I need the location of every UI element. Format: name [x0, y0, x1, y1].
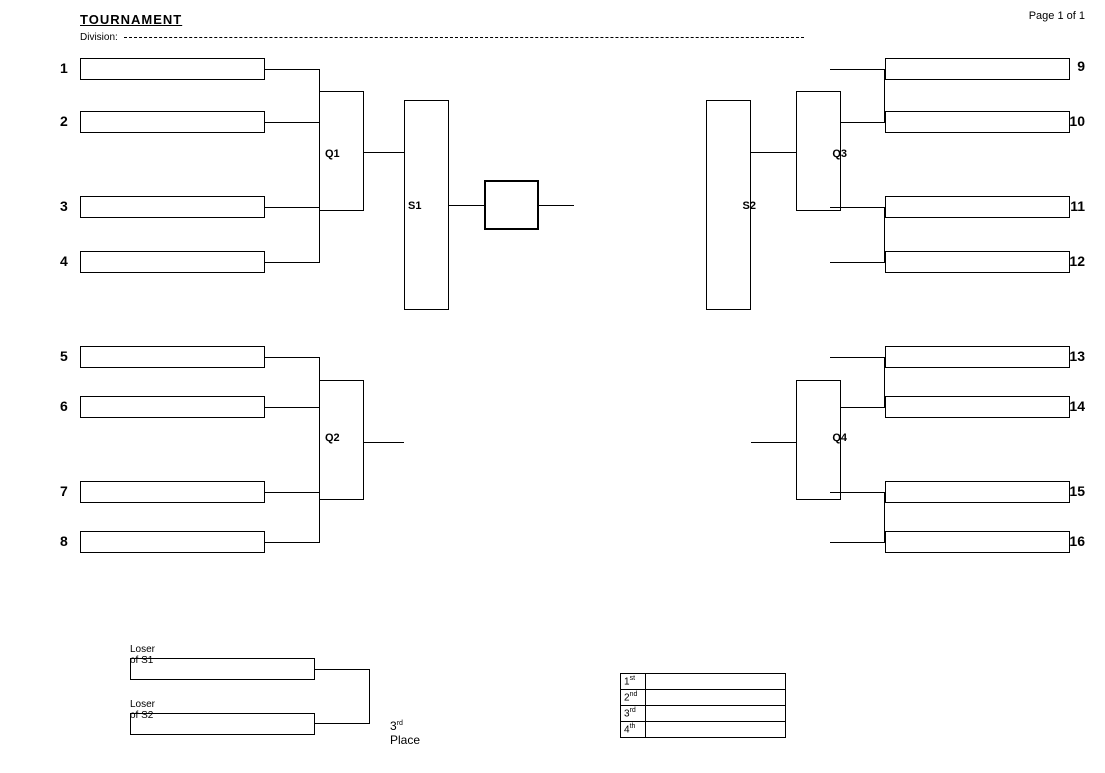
s1-label: S1 — [408, 200, 421, 212]
seed-2-label: 2 — [60, 113, 68, 129]
seed-10-label: 10 — [1069, 113, 1085, 129]
loser-s2-box[interactable] — [130, 713, 315, 735]
team-box-7[interactable] — [80, 481, 265, 503]
team-box-12[interactable] — [885, 251, 1070, 273]
seed-6-label: 6 — [60, 398, 68, 414]
result-2nd-place: 2nd — [621, 690, 646, 706]
finals-box — [484, 180, 539, 230]
seed-12-label: 12 — [1069, 253, 1085, 269]
results-table: 1st 2nd 3rd 4th — [620, 673, 786, 738]
team-box-6[interactable] — [80, 396, 265, 418]
loser-s1-box[interactable] — [130, 658, 315, 680]
result-3rd-place: 3rd — [621, 706, 646, 722]
page-number: Page 1 of 1 — [1029, 10, 1085, 22]
team-box-16[interactable] — [885, 531, 1070, 553]
q3-label: Q3 — [832, 148, 847, 160]
team-box-5[interactable] — [80, 346, 265, 368]
seed-1-label: 1 — [60, 60, 68, 76]
s2-label: S2 — [743, 200, 756, 212]
q4-label: Q4 — [832, 432, 847, 444]
team-box-13[interactable] — [885, 346, 1070, 368]
seed-7-label: 7 — [60, 483, 68, 499]
seed-5-label: 5 — [60, 348, 68, 364]
team-box-11[interactable] — [885, 196, 1070, 218]
division-label: Division: — [80, 32, 804, 43]
team-box-4[interactable] — [80, 251, 265, 273]
team-box-9[interactable] — [885, 58, 1070, 80]
team-box-8[interactable] — [80, 531, 265, 553]
q2-label: Q2 — [325, 432, 340, 444]
result-1st-place: 1st — [621, 674, 646, 690]
seed-3-label: 3 — [60, 198, 68, 214]
seed-9-label: 9 — [1077, 58, 1085, 74]
result-4th-value[interactable] — [646, 722, 786, 738]
seed-4-label: 4 — [60, 253, 68, 269]
tournament-title: TOURNAMENT — [80, 12, 182, 27]
result-2nd-value[interactable] — [646, 690, 786, 706]
seed-14-label: 14 — [1069, 398, 1085, 414]
seed-13-label: 13 — [1069, 348, 1085, 364]
seed-16-label: 16 — [1069, 533, 1085, 549]
seed-8-label: 8 — [60, 533, 68, 549]
team-box-15[interactable] — [885, 481, 1070, 503]
seed-11-label: 11 — [1070, 198, 1085, 214]
team-box-3[interactable] — [80, 196, 265, 218]
result-1st-value[interactable] — [646, 674, 786, 690]
team-box-2[interactable] — [80, 111, 265, 133]
page: Page 1 of 1 TOURNAMENT Division: 1 2 Q1 … — [0, 0, 1105, 773]
result-4th-place: 4th — [621, 722, 646, 738]
team-box-14[interactable] — [885, 396, 1070, 418]
seed-15-label: 15 — [1069, 483, 1085, 499]
third-place-label: 3rd Place — [390, 719, 420, 747]
q1-label: Q1 — [325, 148, 340, 160]
team-box-10[interactable] — [885, 111, 1070, 133]
result-3rd-value[interactable] — [646, 706, 786, 722]
team-box-1[interactable] — [80, 58, 265, 80]
